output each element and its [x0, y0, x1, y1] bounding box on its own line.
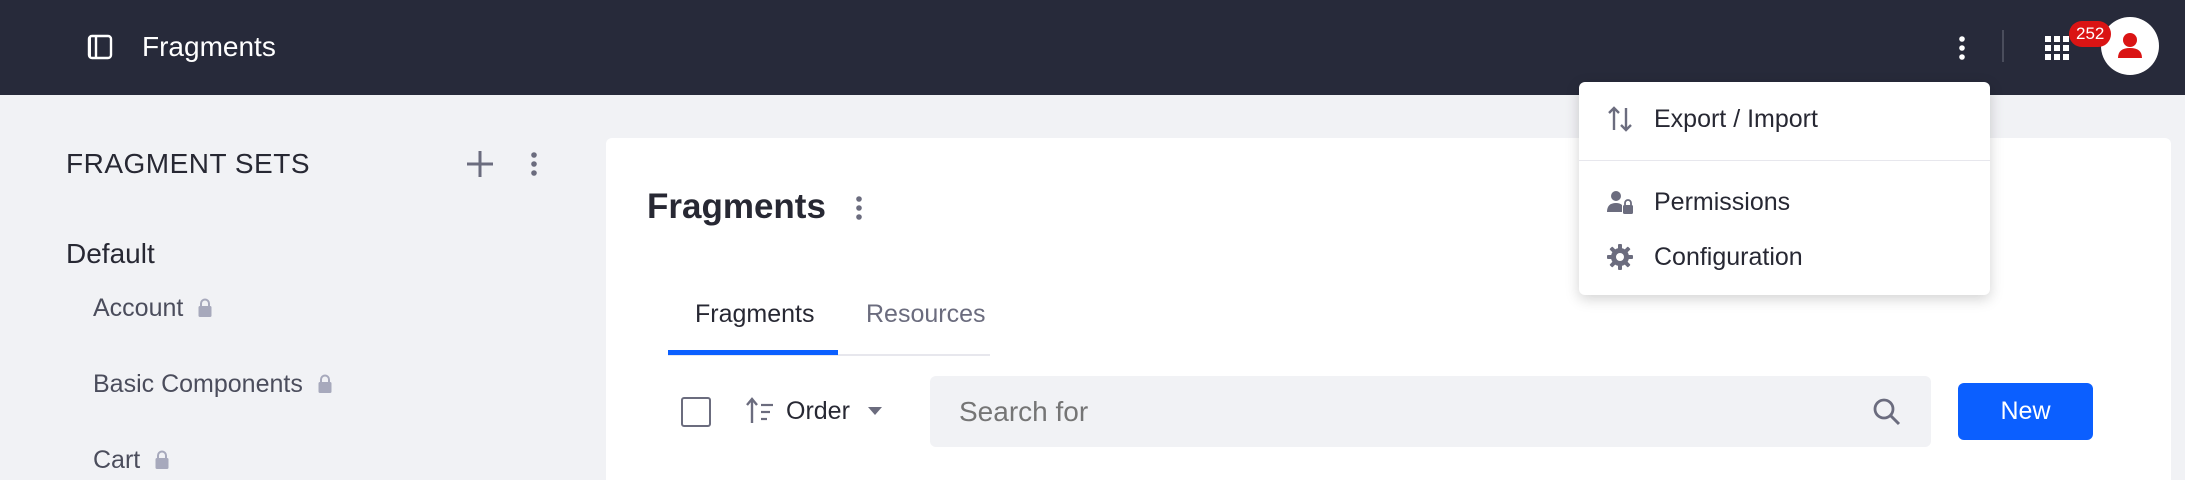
caret-down-icon	[867, 407, 882, 415]
lock-icon	[318, 374, 332, 393]
top-bar: Fragments 252	[0, 0, 2185, 95]
sort-order-icon	[746, 397, 773, 423]
user-icon	[2118, 33, 2142, 58]
sidebar-item-account[interactable]: Account	[93, 291, 213, 325]
apps-grid-icon[interactable]	[2043, 34, 2071, 62]
avatar[interactable]	[2101, 17, 2159, 75]
more-vertical-icon[interactable]	[1950, 30, 1974, 66]
sidebar-toggle-icon[interactable]	[86, 33, 114, 61]
fragment-sets-more-icon[interactable]	[522, 146, 546, 182]
select-all-checkbox[interactable]	[681, 397, 711, 427]
new-button[interactable]: New	[1958, 383, 2093, 440]
menu-item-permissions[interactable]: Permissions	[1579, 178, 1990, 226]
page-actions-more-icon[interactable]	[847, 190, 871, 226]
order-label: Order	[786, 396, 850, 425]
gear-icon	[1607, 244, 1633, 270]
import-export-icon	[1608, 106, 1632, 132]
sidebar-item-basic-components[interactable]: Basic Components	[93, 367, 333, 401]
fragment-sets-heading: FRAGMENT SETS	[66, 148, 311, 179]
actions-dropdown-menu: Export / Import Permissions Configuratio…	[1579, 82, 1990, 295]
menu-item-configuration[interactable]: Configuration	[1579, 233, 1990, 281]
menu-item-label: Permissions	[1654, 187, 1791, 216]
page-title: Fragments	[647, 187, 826, 226]
lock-icon	[198, 298, 212, 317]
sidebar-item-cart[interactable]: Cart	[93, 443, 170, 477]
lock-icon	[155, 450, 169, 469]
menu-item-label: Export / Import	[1654, 104, 1818, 133]
tab-resources[interactable]: Resources	[866, 297, 986, 331]
app-title: Fragments	[142, 31, 276, 62]
search-input[interactable]	[959, 394, 1859, 430]
search-icon[interactable]	[1872, 397, 1902, 427]
tab-fragments[interactable]: Fragments	[695, 297, 814, 331]
menu-divider	[1579, 160, 1990, 161]
menu-item-export-import[interactable]: Export / Import	[1579, 95, 1990, 143]
topbar-divider	[2002, 30, 2004, 62]
sidebar-item-label: Account	[93, 294, 184, 322]
sidebar-item-label: Cart	[93, 446, 141, 474]
sidebar-item-label: Basic Components	[93, 370, 303, 398]
permissions-icon	[1607, 191, 1633, 214]
active-tab-indicator	[668, 350, 838, 355]
search-bar[interactable]	[930, 376, 1931, 447]
menu-item-label: Configuration	[1654, 242, 1803, 271]
order-dropdown[interactable]: Order	[746, 393, 884, 429]
notification-badge: 252	[2069, 21, 2112, 47]
fragment-set-group-label: Default	[66, 238, 155, 269]
add-fragment-set-icon[interactable]	[462, 146, 498, 182]
